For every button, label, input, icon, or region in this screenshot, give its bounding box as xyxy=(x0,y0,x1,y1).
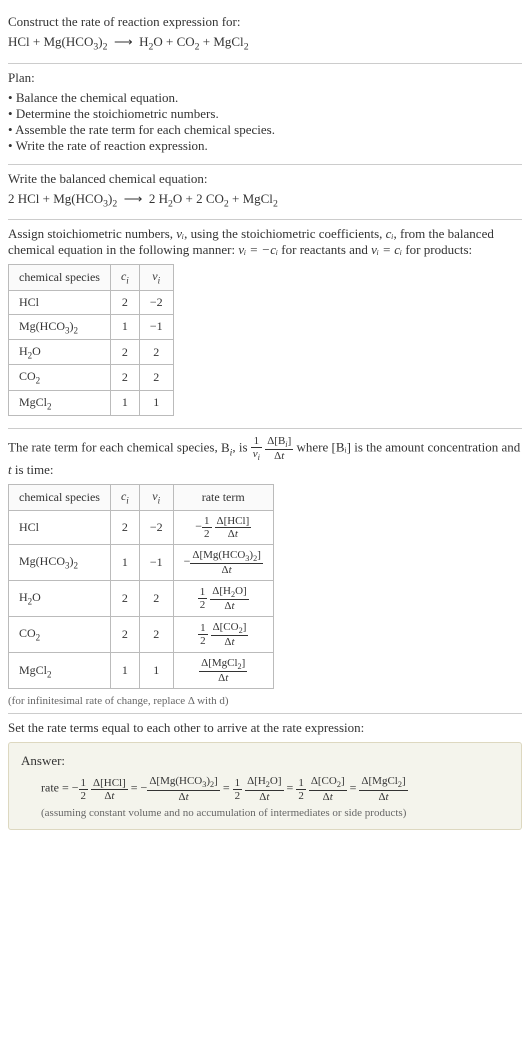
rate-table: chemical species ci νi rate term HCl 2 −… xyxy=(8,484,274,689)
cell-nu: −1 xyxy=(139,314,173,339)
cell-c: 1 xyxy=(110,314,139,339)
cell-nu: 2 xyxy=(139,580,173,616)
unbalanced-equation: HCl + Mg(HCO3)2 ⟶ H2O + CO2 + MgCl2 xyxy=(8,34,522,53)
text: is time: xyxy=(12,462,54,477)
c-i: cᵢ xyxy=(386,226,394,241)
stoich-intro: Assign stoichiometric numbers, νᵢ, using… xyxy=(8,226,522,258)
text: Assign stoichiometric numbers, xyxy=(8,226,176,241)
cell-species: HCl xyxy=(9,510,111,544)
rate-formula: 1νi Δ[Bi]Δt xyxy=(251,440,297,455)
col-rate: rate term xyxy=(173,485,273,510)
col-ci: ci xyxy=(110,265,139,290)
final-section: Set the rate terms equal to each other t… xyxy=(8,714,522,835)
balanced-section: Write the balanced chemical equation: 2 … xyxy=(8,165,522,221)
table-row: HCl 2 −2 −12 Δ[HCl]Δt xyxy=(9,510,274,544)
cell-c: 2 xyxy=(110,617,139,653)
cell-c: 1 xyxy=(110,390,139,415)
text: , using the stoichiometric coefficients, xyxy=(184,226,386,241)
cell-rate: 12 Δ[CO2]Δt xyxy=(173,617,273,653)
table-row: Mg(HCO3)21−1 xyxy=(9,314,174,339)
col-species: chemical species xyxy=(9,485,111,510)
cell-nu: −2 xyxy=(139,290,173,314)
rate-section: The rate term for each chemical species,… xyxy=(8,429,522,714)
plan-list: Balance the chemical equation. Determine… xyxy=(8,90,522,154)
cell-c: 2 xyxy=(110,290,139,314)
plan-section: Plan: Balance the chemical equation. Det… xyxy=(8,64,522,165)
cell-c: 2 xyxy=(110,339,139,364)
cell-nu: −2 xyxy=(139,510,173,544)
plan-item: Write the rate of reaction expression. xyxy=(8,138,522,154)
text: where [Bᵢ] is the amount concentration a… xyxy=(297,440,521,455)
table-header-row: chemical species ci νi rate term xyxy=(9,485,274,510)
cell-rate: Δ[MgCl2]Δt xyxy=(173,653,273,689)
balanced-label: Write the balanced chemical equation: xyxy=(8,171,522,187)
plan-item: Assemble the rate term for each chemical… xyxy=(8,122,522,138)
header-section: Construct the rate of reaction expressio… xyxy=(8,8,522,64)
delta-note: (for infinitesimal rate of change, repla… xyxy=(8,695,522,707)
answer-box: Answer: rate = −12 Δ[HCl]Δt = −Δ[Mg(HCO3… xyxy=(8,742,522,829)
cell-nu: 2 xyxy=(139,365,173,390)
stoich-table: chemical species ci νi HCl2−2 Mg(HCO3)21… xyxy=(8,264,174,416)
assumption-note: (assuming constant volume and no accumul… xyxy=(41,807,509,819)
text: for reactants and xyxy=(278,242,371,257)
final-intro: Set the rate terms equal to each other t… xyxy=(8,720,522,736)
table-row: HCl2−2 xyxy=(9,290,174,314)
table-row: H2O 2 2 12 Δ[H2O]Δt xyxy=(9,580,274,616)
cell-species: H2O xyxy=(9,339,111,364)
table-row: CO2 2 2 12 Δ[CO2]Δt xyxy=(9,617,274,653)
table-row: MgCl2 1 1 Δ[MgCl2]Δt xyxy=(9,653,274,689)
balanced-equation: 2 HCl + Mg(HCO3)2 ⟶ 2 H2O + 2 CO2 + MgCl… xyxy=(8,191,522,210)
cell-nu: 1 xyxy=(139,390,173,415)
cell-rate: −12 Δ[HCl]Δt xyxy=(173,510,273,544)
table-row: CO222 xyxy=(9,365,174,390)
cell-rate: −Δ[Mg(HCO3)2]Δt xyxy=(173,544,273,580)
stoich-section: Assign stoichiometric numbers, νᵢ, using… xyxy=(8,220,522,429)
rate-expression: rate = −12 Δ[HCl]Δt = −Δ[Mg(HCO3)2]Δt = … xyxy=(41,775,509,802)
table-row: H2O22 xyxy=(9,339,174,364)
cell-nu: 2 xyxy=(139,617,173,653)
col-nui: νi xyxy=(139,485,173,510)
bi: Bi xyxy=(221,440,232,455)
plan-label: Plan: xyxy=(8,70,522,86)
cell-c: 2 xyxy=(110,580,139,616)
cell-species: H2O xyxy=(9,580,111,616)
cell-species: HCl xyxy=(9,290,111,314)
text: The rate term for each chemical species, xyxy=(8,440,221,455)
table-row: MgCl211 xyxy=(9,390,174,415)
cell-species: MgCl2 xyxy=(9,653,111,689)
cell-species: CO2 xyxy=(9,617,111,653)
plan-item: Determine the stoichiometric numbers. xyxy=(8,106,522,122)
prompt-text: Construct the rate of reaction expressio… xyxy=(8,14,522,30)
cell-species: Mg(HCO3)2 xyxy=(9,544,111,580)
col-ci: ci xyxy=(110,485,139,510)
cell-species: MgCl2 xyxy=(9,390,111,415)
cell-c: 1 xyxy=(110,544,139,580)
cell-c: 2 xyxy=(110,365,139,390)
col-nui: νi xyxy=(139,265,173,290)
table-row: Mg(HCO3)2 1 −1 −Δ[Mg(HCO3)2]Δt xyxy=(9,544,274,580)
answer-label: Answer: xyxy=(21,753,509,769)
cell-rate: 12 Δ[H2O]Δt xyxy=(173,580,273,616)
cell-nu: 2 xyxy=(139,339,173,364)
cell-species: Mg(HCO3)2 xyxy=(9,314,111,339)
plan-item: Balance the chemical equation. xyxy=(8,90,522,106)
cell-species: CO2 xyxy=(9,365,111,390)
cell-nu: −1 xyxy=(139,544,173,580)
text: , is xyxy=(232,440,250,455)
text: for products: xyxy=(402,242,472,257)
cell-c: 1 xyxy=(110,653,139,689)
rel2: νᵢ = cᵢ xyxy=(371,242,402,257)
table-header-row: chemical species ci νi xyxy=(9,265,174,290)
cell-c: 2 xyxy=(110,510,139,544)
col-species: chemical species xyxy=(9,265,111,290)
rate-intro: The rate term for each chemical species,… xyxy=(8,435,522,478)
rel1: νᵢ = −cᵢ xyxy=(238,242,278,257)
nu-i: νᵢ xyxy=(176,226,184,241)
cell-nu: 1 xyxy=(139,653,173,689)
